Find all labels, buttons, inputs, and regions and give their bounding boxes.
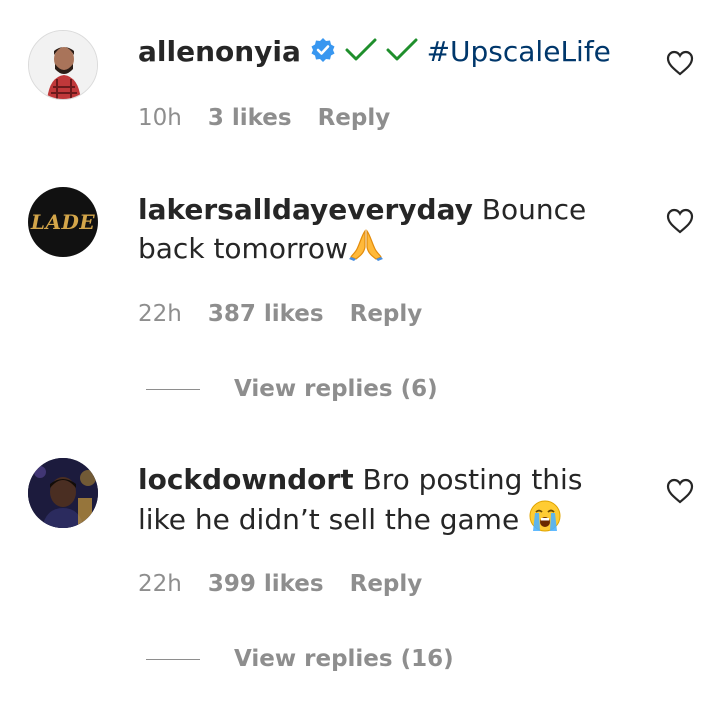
username[interactable]: allenonyia — [138, 35, 301, 68]
like-heart-icon[interactable] — [666, 208, 694, 234]
username[interactable]: lakersalldayeveryday — [138, 193, 473, 226]
timestamp[interactable]: 10h — [138, 105, 182, 131]
like-heart-icon[interactable] — [666, 478, 694, 504]
reply-button[interactable]: Reply — [350, 301, 423, 327]
comment-meta: 22h 387 likes Reply — [138, 301, 422, 327]
folded-hands-emoji — [348, 229, 384, 271]
comment-meta: 22h 399 likes Reply — [138, 571, 422, 597]
reply-button[interactable]: Reply — [350, 571, 423, 597]
loudly-crying-emoji — [528, 499, 562, 543]
view-replies-button[interactable]: View replies (16) — [146, 646, 454, 672]
username[interactable]: lockdowndort — [138, 463, 354, 496]
checkmark-icon — [386, 34, 418, 73]
likes-count[interactable]: 399 likes — [208, 571, 324, 597]
avatar-logo-text: LADE — [30, 210, 96, 234]
comment-text: lakersalldayeveryday Bounce back tomorro… — [138, 190, 618, 271]
comment-meta: 10h 3 likes Reply — [138, 105, 390, 131]
timestamp[interactable]: 22h — [138, 301, 182, 327]
verified-badge-icon — [310, 34, 336, 73]
reply-button[interactable]: Reply — [318, 105, 391, 131]
divider-line — [146, 388, 200, 390]
timestamp[interactable]: 22h — [138, 571, 182, 597]
view-replies-label[interactable]: View replies (16) — [234, 646, 454, 672]
like-heart-icon[interactable] — [666, 50, 694, 76]
hashtag-link[interactable]: #UpscaleLife — [427, 35, 611, 68]
avatar-lockdowndort[interactable] — [28, 458, 98, 528]
comment-text: allenonyia #UpscaleLife — [138, 32, 618, 73]
likes-count[interactable]: 387 likes — [208, 301, 324, 327]
view-replies-button[interactable]: View replies (6) — [146, 376, 438, 402]
avatar-lakersalldayeveryday[interactable]: LADE — [28, 187, 98, 257]
divider-line — [146, 658, 200, 660]
view-replies-label[interactable]: View replies (6) — [234, 376, 438, 402]
comment-text: lockdowndort Bro posting this like he di… — [138, 460, 618, 543]
avatar-allenonyia[interactable] — [28, 30, 98, 100]
likes-count[interactable]: 3 likes — [208, 105, 292, 131]
checkmark-icon — [345, 34, 377, 73]
